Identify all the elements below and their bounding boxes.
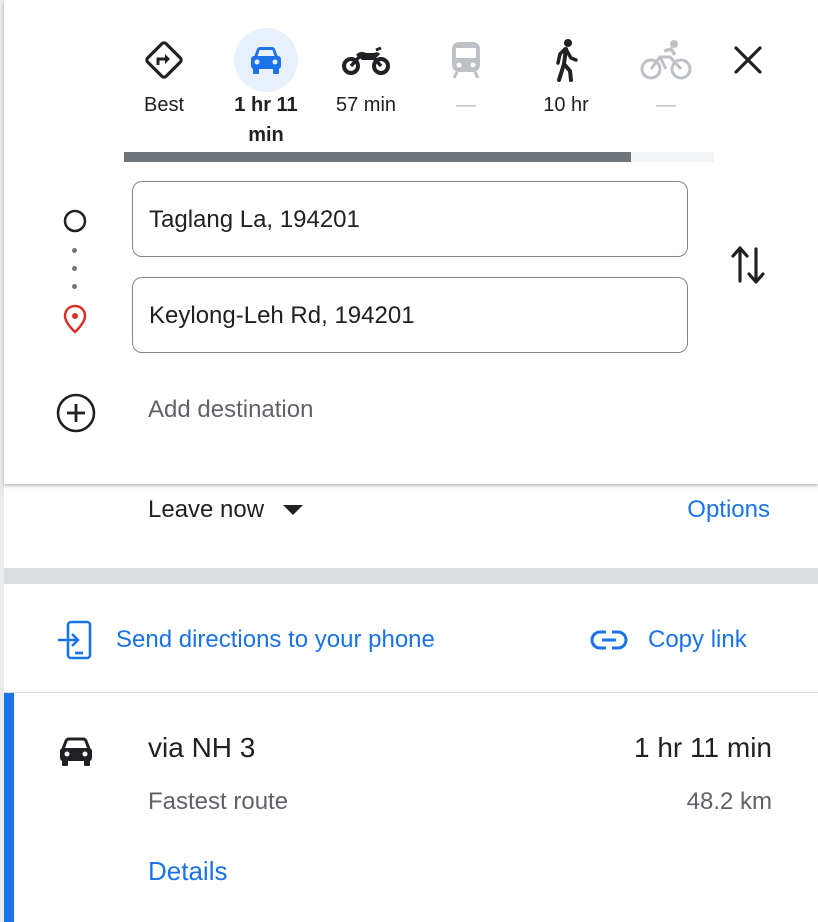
- mode-transit[interactable]: —: [426, 28, 506, 120]
- route-duration: 1 hr 11 min: [634, 732, 772, 763]
- copy-link-label: Copy link: [648, 626, 747, 653]
- mode-cycling[interactable]: —: [626, 28, 706, 120]
- mode-transit-label: —: [456, 94, 476, 116]
- route-title[interactable]: via NH 3: [148, 732, 255, 764]
- mode-best-label: Best: [143, 94, 185, 116]
- directions-icon: [145, 41, 183, 79]
- mode-motorcycle-label: 57 min: [335, 94, 397, 116]
- options-link[interactable]: Options: [687, 496, 770, 524]
- destination-input[interactable]: Keylong-Leh Rd, 194201: [132, 277, 688, 353]
- mode-driving[interactable]: 1 hr 11 min: [226, 28, 306, 150]
- train-icon: [452, 42, 480, 79]
- copy-link-button[interactable]: Copy link: [590, 616, 747, 664]
- route-dot: [72, 248, 77, 253]
- route-dot: [72, 266, 77, 271]
- link-icon: [590, 630, 628, 650]
- section-separator: [4, 568, 818, 584]
- mode-walking-label: 10 hr: [543, 94, 589, 116]
- send-directions-button[interactable]: Send directions to your phone: [56, 616, 435, 664]
- send-to-phone-icon: [58, 620, 92, 660]
- destination-pin-icon: [63, 304, 87, 334]
- loading-progress-bar: [124, 152, 714, 162]
- depart-time-dropdown[interactable]: Leave now: [148, 496, 304, 524]
- depart-time-label: Leave now: [148, 496, 265, 523]
- selected-route-indicator: [4, 693, 14, 922]
- add-circle-icon: [56, 393, 96, 433]
- close-button[interactable]: [728, 40, 768, 80]
- send-directions-label: Send directions to your phone: [116, 626, 435, 653]
- dropdown-arrow-icon: [283, 505, 304, 515]
- route-subtitle: Fastest route: [148, 788, 289, 815]
- route-mode-icon-wrap: [56, 734, 96, 775]
- swap-button[interactable]: [728, 243, 768, 292]
- add-destination-button[interactable]: [55, 392, 97, 434]
- motorcycle-icon: [342, 46, 390, 75]
- directions-header: Best 1 hr 11 min 57 min — 10 hr — Taglan…: [4, 0, 818, 484]
- swap-icon: [731, 246, 765, 284]
- route-distance: 48.2 km: [686, 788, 772, 815]
- mode-cycling-label: —: [656, 94, 676, 116]
- close-icon: [734, 46, 762, 74]
- origin-circle-icon: [63, 209, 87, 233]
- mode-best[interactable]: Best: [124, 28, 204, 120]
- loading-progress-fill: [124, 152, 632, 162]
- bicycle-icon: [640, 40, 692, 80]
- add-destination-label[interactable]: Add destination: [148, 396, 313, 424]
- divider: [4, 692, 818, 693]
- car-icon: [251, 47, 281, 74]
- route-details-link[interactable]: Details: [148, 856, 227, 887]
- mode-walking[interactable]: 10 hr: [526, 28, 606, 120]
- walk-icon: [556, 39, 578, 82]
- mode-motorcycle[interactable]: 57 min: [326, 28, 406, 120]
- route-dot: [72, 284, 77, 289]
- mode-driving-label: 1 hr 11 min: [234, 94, 298, 146]
- car-icon: [60, 737, 92, 766]
- origin-input[interactable]: Taglang La, 194201: [132, 181, 688, 257]
